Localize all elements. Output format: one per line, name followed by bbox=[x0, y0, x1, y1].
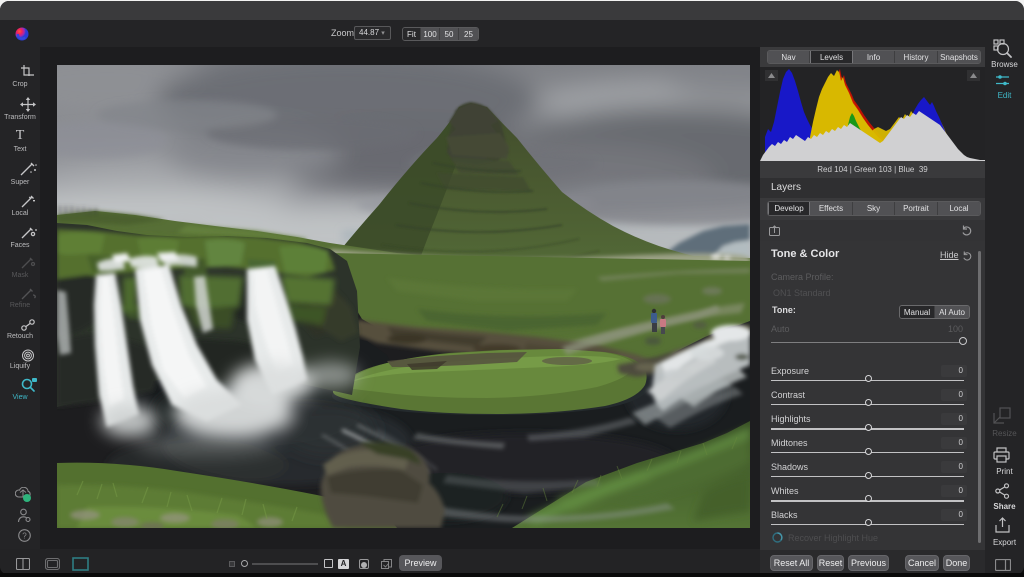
svg-text:?: ? bbox=[22, 531, 27, 540]
